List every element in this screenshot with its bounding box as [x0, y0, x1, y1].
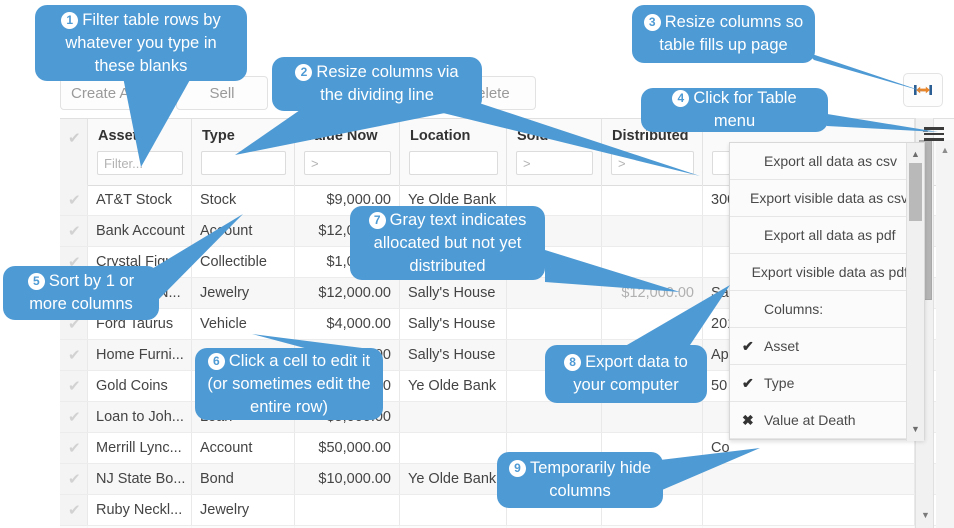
callout-number: 8 [564, 354, 582, 371]
callout-8: 8 Export data to your computer [545, 345, 707, 403]
callout-6: 6 Click a cell to edit it (or sometimes e… [195, 348, 383, 420]
callout-number: 3 [643, 14, 661, 31]
callout-text: Filter table rows by whatever you type i… [65, 10, 221, 75]
callout-text: Sort by 1 or more columns [29, 272, 135, 313]
callout-text: Click for Table menu [693, 89, 797, 130]
callout-3: 3 Resize columns so table fills up page [632, 5, 815, 63]
callout-text: Gray text indicates allocated but not ye… [373, 210, 527, 275]
callout-text: Export data to your computer [573, 353, 688, 394]
callout-text: Temporarily hide columns [529, 459, 652, 500]
callout-text: Resize columns via the dividing line [316, 63, 459, 104]
callout-1: 1 Filter table rows by whatever you type … [35, 5, 247, 81]
callout-number: 4 [672, 90, 690, 107]
callout-7: 7 Gray text indicates allocated but not y… [350, 206, 545, 280]
callout-number: 7 [368, 211, 386, 229]
callout-number: 1 [61, 11, 79, 29]
callout-9: 9 Temporarily hide columns [497, 452, 663, 508]
callout-2: 2 Resize columns via the dividing line [272, 57, 482, 111]
callout-4: 4 Click for Table menu [641, 88, 828, 132]
callout-number: 9 [508, 460, 526, 477]
callout-5: 5 Sort by 1 or more columns [3, 266, 159, 320]
callout-number: 2 [295, 64, 313, 81]
callout-number: 5 [27, 273, 45, 290]
screenshot-root: Create Asset Sell Delete ✔ Asset Filter...… [0, 0, 954, 528]
callout-text: Resize columns so table fills up page [659, 13, 804, 54]
callout-text: Click a cell to edit it (or sometimes ed… [207, 351, 371, 416]
callout-number: 6 [207, 352, 225, 370]
